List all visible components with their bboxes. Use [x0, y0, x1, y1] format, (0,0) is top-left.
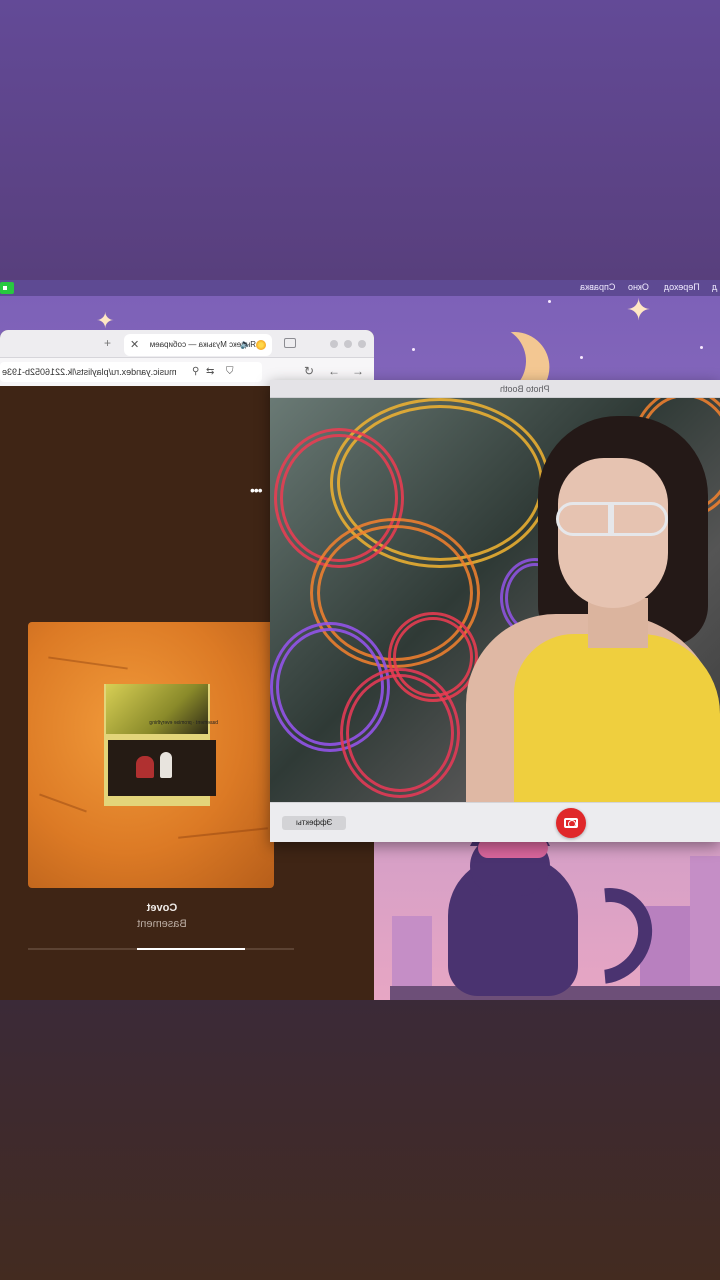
speaker-icon[interactable]: 🔈 — [240, 339, 251, 350]
camera-icon — [564, 818, 578, 828]
menu-bar: Справка Окно Переход д — [0, 280, 720, 296]
cover-caption: basement · promise everything — [149, 720, 218, 726]
progress-fill — [137, 948, 245, 950]
effects-label: Эффекты — [295, 818, 333, 827]
building — [690, 856, 720, 1000]
glasses-bridge — [608, 502, 614, 536]
cover-texture — [178, 827, 268, 839]
swirl-effect — [388, 612, 478, 702]
window-title: Photo Booth — [500, 384, 550, 394]
camera-preview — [270, 398, 720, 802]
tab-bar: + ✕ Яндекс Музыка — собираем 🔈 — [0, 330, 374, 358]
photo-booth-titlebar: Photo Booth — [270, 380, 720, 398]
tab-yandex-music[interactable]: ✕ Яндекс Музыка — собираем 🔈 — [124, 334, 272, 356]
screen-record-icon[interactable] — [0, 282, 14, 294]
cover-photo — [106, 684, 208, 734]
new-tab-icon[interactable]: + — [104, 336, 111, 350]
photo-booth-window: Photo Booth Эффекты — [270, 380, 720, 842]
album-cover[interactable]: basement · promise everything — [28, 622, 274, 888]
yellow-top — [514, 634, 720, 802]
site-settings-icon[interactable]: ⇆ — [206, 366, 214, 377]
star-dot — [412, 348, 415, 351]
back-icon[interactable]: → — [352, 365, 364, 377]
more-options-icon[interactable]: ••• — [250, 482, 263, 498]
reload-icon[interactable]: ↻ — [304, 365, 314, 377]
window-zoom-button[interactable] — [330, 340, 338, 348]
close-icon[interactable]: ✕ — [130, 338, 139, 351]
menu-help[interactable]: Справка — [580, 282, 615, 292]
yandex-music-favicon — [256, 340, 266, 350]
window-minimize-button[interactable] — [344, 340, 352, 348]
take-photo-button[interactable] — [556, 808, 586, 838]
menu-window[interactable]: Окно — [628, 282, 649, 292]
forward-icon[interactable]: ← — [328, 365, 340, 377]
url-field[interactable]: music.yandex.ru/playlists/lk.2216052b-19… — [0, 362, 262, 382]
photo-booth-toolbar: Эффекты — [270, 802, 720, 842]
cover-texture — [48, 656, 128, 670]
cover-figure — [160, 752, 172, 778]
star-dot — [548, 300, 551, 303]
shield-icon[interactable]: ⛉ — [226, 366, 234, 377]
reader-mode-icon[interactable]: ⚲ — [192, 366, 199, 377]
url-text: music.yandex.ru/playlists/lk.2216052b-19… — [2, 367, 177, 377]
menu-partial[interactable]: д — [712, 282, 717, 292]
cover-texture — [39, 793, 87, 813]
star-icon: ✦ — [96, 308, 115, 333]
menu-go[interactable]: Переход — [664, 282, 700, 292]
star-icon: ✦ — [626, 296, 652, 327]
track-artist[interactable]: Basement — [100, 918, 224, 930]
star-dot — [700, 346, 703, 349]
window-close-button[interactable] — [358, 340, 366, 348]
effects-button[interactable]: Эффекты — [282, 816, 346, 830]
tab-overview-icon[interactable] — [284, 338, 296, 348]
track-title[interactable]: Covet — [100, 902, 224, 914]
cover-figure — [136, 756, 154, 778]
star-dot — [580, 356, 583, 359]
